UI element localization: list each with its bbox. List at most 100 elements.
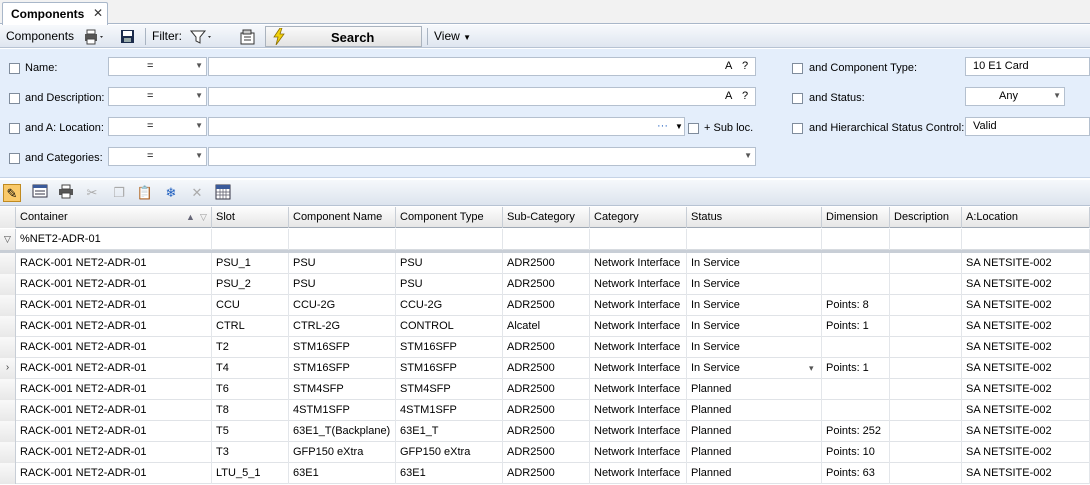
cell-component-type[interactable]: CONTROL [396, 316, 503, 337]
cell-description[interactable] [890, 337, 962, 358]
cell-status[interactable]: In Service [687, 295, 822, 316]
categories-checkbox[interactable] [9, 153, 20, 164]
component-type-checkbox[interactable] [792, 63, 803, 74]
cell-dimension[interactable] [822, 253, 890, 274]
cell-container[interactable]: RACK-001 NET2-ADR-01 [16, 253, 212, 274]
cell-component-name[interactable]: GFP150 eXtra [289, 442, 396, 463]
cell-category[interactable]: Network Interface [590, 379, 687, 400]
cell-description[interactable] [890, 295, 962, 316]
cell-component-type[interactable]: GFP150 eXtra [396, 442, 503, 463]
cell-component-type[interactable]: 63E1 [396, 463, 503, 484]
cell-component-name[interactable]: 63E1 [289, 463, 396, 484]
name-checkbox[interactable] [9, 63, 20, 74]
cell-dimension[interactable]: Points: 1 [822, 358, 890, 379]
location-operator-select[interactable]: = ▼ [108, 117, 207, 136]
column-header-sub-category[interactable]: Sub-Category [503, 207, 590, 228]
column-header-status[interactable]: Status [687, 207, 822, 228]
location-checkbox[interactable] [9, 123, 20, 134]
cell-component-name[interactable]: CTRL-2G [289, 316, 396, 337]
cell-category[interactable]: Network Interface [590, 316, 687, 337]
cell-dimension[interactable] [822, 274, 890, 295]
column-filter-icon[interactable]: ▽ [200, 207, 207, 228]
cell-dimension[interactable] [822, 400, 890, 421]
cell-a-location[interactable]: SA NETSITE-002 [962, 442, 1090, 463]
table-row[interactable]: RACK-001 NET2-ADR-01 LTU_5_1 63E1 63E1 ADR25… [0, 463, 1090, 484]
cell-component-name[interactable]: STM4SFP [289, 379, 396, 400]
cell-a-location[interactable]: SA NETSITE-002 [962, 400, 1090, 421]
table-row[interactable]: RACK-001 NET2-ADR-01 T3 GFP150 eXtra GFP150… [0, 442, 1090, 463]
cell-slot[interactable]: CTRL [212, 316, 289, 337]
components-menu[interactable]: Components [6, 25, 74, 48]
cell-component-name[interactable]: 4STM1SFP [289, 400, 396, 421]
row-selector[interactable]: › [0, 358, 16, 379]
row-selector[interactable] [0, 274, 16, 295]
cell-description[interactable] [890, 379, 962, 400]
hierarchical-status-input[interactable]: Valid [965, 117, 1090, 136]
cell-a-location[interactable]: SA NETSITE-002 [962, 379, 1090, 400]
cell-component-type[interactable]: STM16SFP [396, 358, 503, 379]
cell-status[interactable]: In Service [687, 337, 822, 358]
name-operator-select[interactable]: = ▼ [108, 57, 207, 76]
cell-slot[interactable]: T5 [212, 421, 289, 442]
cell-description[interactable] [890, 463, 962, 484]
status-filter-input[interactable] [687, 229, 822, 250]
funnel-icon[interactable] [189, 25, 216, 48]
column-header-container[interactable]: Container ▲ ▽ [16, 207, 212, 228]
cell-dimension[interactable]: Points: 63 [822, 463, 890, 484]
cell-container[interactable]: RACK-001 NET2-ADR-01 [16, 316, 212, 337]
cell-component-name[interactable]: 63E1_T(Backplane) [289, 421, 396, 442]
cell-status[interactable]: Planned [687, 421, 822, 442]
cell-status[interactable]: In Service [687, 253, 822, 274]
component-type-input[interactable]: 10 E1 Card [965, 57, 1090, 76]
dimension-filter-input[interactable] [822, 229, 890, 250]
cell-status[interactable]: Planned [687, 379, 822, 400]
delete-icon[interactable]: ✕ [188, 184, 206, 202]
cell-a-location[interactable]: SA NETSITE-002 [962, 316, 1090, 337]
cell-description[interactable] [890, 274, 962, 295]
description-checkbox[interactable] [9, 93, 20, 104]
search-button[interactable]: Search [265, 26, 422, 47]
cell-sub-category[interactable]: ADR2500 [503, 400, 590, 421]
chevron-down-icon[interactable]: ▼ [675, 122, 683, 131]
tab-components[interactable]: Components ✕ [2, 2, 108, 25]
cell-status[interactable]: Planned [687, 463, 822, 484]
cell-slot[interactable]: T6 [212, 379, 289, 400]
cell-status[interactable]: Planned [687, 400, 822, 421]
row-selector[interactable] [0, 463, 16, 484]
cell-a-location[interactable]: SA NETSITE-002 [962, 421, 1090, 442]
cell-container[interactable]: RACK-001 NET2-ADR-01 [16, 295, 212, 316]
cell-sub-category[interactable]: ADR2500 [503, 337, 590, 358]
table-row[interactable]: RACK-001 NET2-ADR-01 T5 63E1_T(Backplane) 6… [0, 421, 1090, 442]
row-selector[interactable] [0, 253, 16, 274]
cell-dimension[interactable]: Points: 1 [822, 316, 890, 337]
cell-container[interactable]: RACK-001 NET2-ADR-01 [16, 337, 212, 358]
cell-description[interactable] [890, 358, 962, 379]
cell-slot[interactable]: PSU_2 [212, 274, 289, 295]
chevron-down-icon[interactable]: ▾ [809, 358, 814, 378]
column-header-category[interactable]: Category [590, 207, 687, 228]
categories-operator-select[interactable]: = ▼ [108, 147, 207, 166]
cell-container[interactable]: RACK-001 NET2-ADR-01 [16, 463, 212, 484]
description-filter-input[interactable] [890, 229, 962, 250]
cell-status[interactable]: In Service [687, 316, 822, 337]
cell-category[interactable]: Network Interface [590, 400, 687, 421]
cell-category[interactable]: Network Interface [590, 358, 687, 379]
cell-slot[interactable]: T3 [212, 442, 289, 463]
snowflake-icon[interactable]: ❄ [162, 184, 180, 202]
row-selector[interactable] [0, 421, 16, 442]
print-icon[interactable] [57, 184, 75, 202]
cell-sub-category[interactable]: ADR2500 [503, 295, 590, 316]
cell-a-location[interactable]: SA NETSITE-002 [962, 274, 1090, 295]
cell-component-name[interactable]: PSU [289, 274, 396, 295]
a-location-filter-input[interactable] [962, 229, 1090, 250]
cell-a-location[interactable]: SA NETSITE-002 [962, 358, 1090, 379]
component-type-filter-input[interactable] [396, 229, 503, 250]
cell-sub-category[interactable]: ADR2500 [503, 274, 590, 295]
cell-component-name[interactable]: STM16SFP [289, 337, 396, 358]
edit-icon[interactable]: ✎ [3, 184, 21, 202]
cell-container[interactable]: RACK-001 NET2-ADR-01 [16, 421, 212, 442]
container-filter-input[interactable]: %NET2-ADR-01 [16, 229, 212, 250]
cell-sub-category[interactable]: ADR2500 [503, 358, 590, 379]
categories-select[interactable]: ▼ [208, 147, 756, 166]
cell-component-name[interactable]: PSU [289, 253, 396, 274]
